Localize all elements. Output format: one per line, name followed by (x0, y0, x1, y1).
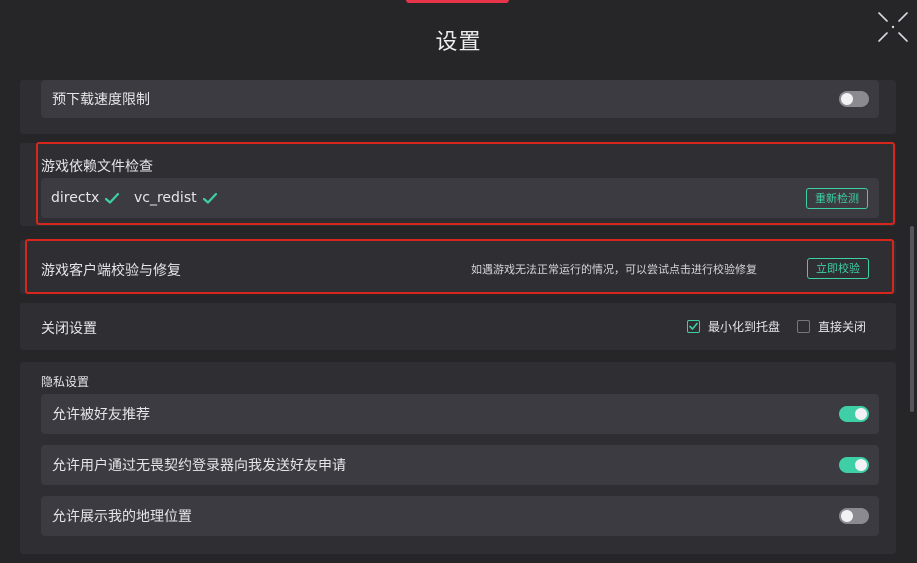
privacy-row-friend-request: 允许用户通过无畏契约登录器向我发送好友申请 (41, 445, 879, 485)
friend-recommend-toggle[interactable] (839, 406, 869, 422)
friend-request-label: 允许用户通过无畏契约登录器向我发送好友申请 (52, 458, 346, 474)
show-location-label: 允许展示我的地理位置 (52, 509, 192, 525)
dependency-item: directx (51, 190, 120, 206)
pre-download-limit-row: 预下载速度限制 (41, 80, 879, 118)
show-location-toggle[interactable] (839, 508, 869, 524)
privacy-row-friend-recommend: 允许被好友推荐 (41, 394, 879, 434)
minimize-to-tray-option[interactable]: 最小化到托盘 (687, 318, 780, 335)
pre-download-limit-toggle[interactable] (839, 91, 869, 107)
minimize-to-tray-checkbox[interactable] (687, 320, 700, 333)
friend-recommend-label: 允许被好友推荐 (52, 407, 150, 423)
pre-download-limit-label: 预下载速度限制 (52, 92, 150, 108)
direct-close-label: 直接关闭 (818, 320, 867, 334)
client-repair-title: 游戏客户端校验与修复 (41, 263, 181, 279)
dependency-check-title: 游戏依赖文件检查 (41, 159, 153, 175)
page-title: 设置 (435, 30, 482, 55)
top-accent-bar (406, 0, 509, 3)
collapse-button[interactable] (874, 8, 912, 46)
checkbox-check-icon (689, 322, 698, 330)
privacy-row-location: 允许展示我的地理位置 (41, 496, 879, 536)
close-settings-title: 关闭设置 (41, 321, 97, 337)
scrollbar-thumb[interactable] (910, 226, 914, 412)
check-icon (202, 192, 217, 204)
direct-close-option[interactable]: 直接关闭 (797, 318, 866, 335)
minimize-to-tray-label: 最小化到托盘 (708, 320, 781, 334)
dependency-item: vc_redist (134, 190, 217, 206)
friend-request-toggle[interactable] (839, 457, 869, 473)
privacy-section-title: 隐私设置 (41, 375, 90, 389)
direct-close-checkbox[interactable] (797, 320, 810, 333)
recheck-button[interactable]: 重新检测 (806, 188, 868, 209)
client-repair-hint: 如遇游戏无法正常运行的情况，可以尝试点击进行校验修复 (471, 263, 757, 276)
verify-now-button[interactable]: 立即校验 (807, 258, 869, 279)
check-icon (105, 192, 120, 204)
collapse-arrows-icon (878, 12, 908, 42)
dependency-list-row: directx vc_redist 重新检测 (41, 178, 879, 218)
